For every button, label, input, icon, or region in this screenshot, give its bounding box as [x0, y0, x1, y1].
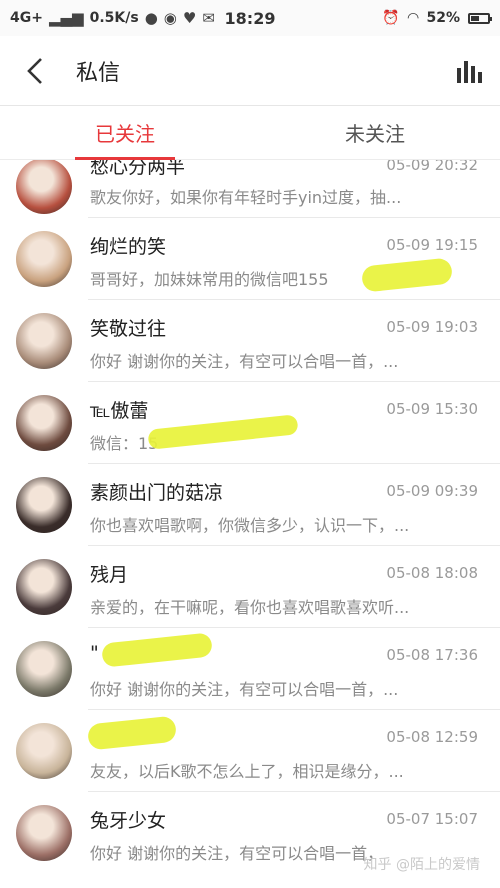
sender-name: ℡傲蕾: [90, 400, 149, 422]
list-item[interactable]: " 05-08 17:36 你好 谢谢你的关注，有空可以合唱一首，...: [0, 628, 500, 710]
stats-button[interactable]: [440, 36, 500, 106]
tab-followed[interactable]: 已关注: [0, 106, 250, 160]
message-time: 05-08 17:36: [386, 646, 478, 664]
list-item[interactable]: ℡傲蕾 05-09 15:30 微信：15: [0, 382, 500, 464]
page-title: 私信: [76, 60, 121, 86]
tab-unfollowed[interactable]: 未关注: [250, 106, 500, 159]
message-preview: 友友，以后K歌不怎么上了，相识是缘分，...: [90, 762, 404, 781]
clock: 18:29: [224, 8, 276, 28]
wifi-icon: ◠: [407, 10, 419, 26]
redaction-mark: [86, 715, 178, 751]
message-preview: 你好 谢谢你的关注，有空可以合唱一首，...: [90, 352, 399, 371]
sender-name: ": [90, 642, 99, 664]
list-item[interactable]: 05-08 12:59 友友，以后K歌不怎么上了，相识是缘分，...: [0, 710, 500, 792]
avatar: [16, 641, 72, 697]
sender-name: 绚烂的笑: [90, 236, 167, 258]
redaction-mark: [360, 257, 454, 293]
redaction-mark: [101, 632, 213, 668]
avatar: [16, 559, 72, 615]
message-time: 05-07 15:07: [386, 810, 478, 828]
avatar: [16, 395, 72, 451]
message-preview: 你好 谢谢你的关注，有空可以合唱一首，...: [90, 680, 399, 699]
message-time: 05-09 19:15: [386, 236, 478, 254]
sender-name: 愁心分两半: [90, 160, 186, 178]
message-list: 愁心分两半 05-09 20:32 歌友你好，如果你有年轻时手yin过度，抽..…: [0, 160, 500, 888]
avatar: [16, 805, 72, 861]
bar-chart-icon: [457, 60, 482, 83]
sender-name: 笑敬过往: [90, 318, 167, 340]
watermark: 知乎 @陌上的爱情: [363, 857, 480, 873]
battery-percent: 52%: [426, 10, 460, 26]
avatar: [16, 313, 72, 369]
list-item[interactable]: 绚烂的笑 05-09 19:15 哥哥好，加妹妹常用的微信吧155: [0, 218, 500, 300]
network-label: 4G+: [10, 10, 43, 26]
message-time: 05-09 19:03: [386, 318, 478, 336]
tab-bar: 已关注 未关注: [0, 106, 500, 160]
message-preview: 你也喜欢唱歌啊，你微信多少，认识一下，...: [90, 516, 410, 535]
list-item[interactable]: 笑敬过往 05-09 19:03 你好 谢谢你的关注，有空可以合唱一首，...: [0, 300, 500, 382]
message-time: 05-08 18:08: [386, 564, 478, 582]
list-item[interactable]: 素颜出门的菇凉 05-09 09:39 你也喜欢唱歌啊，你微信多少，认识一下，.…: [0, 464, 500, 546]
avatar: [16, 160, 72, 214]
message-preview: 亲爱的，在干嘛呢，看你也喜欢唱歌喜欢听...: [90, 598, 410, 617]
shield-icon: ♥: [182, 9, 197, 27]
avatar: [16, 231, 72, 287]
sender-name: 兔牙少女: [90, 810, 167, 832]
sender-name: 素颜出门的菇凉: [90, 482, 224, 504]
app-header: 私信: [0, 36, 500, 106]
list-item[interactable]: 残月 05-08 18:08 亲爱的，在干嘛呢，看你也喜欢唱歌喜欢听...: [0, 546, 500, 628]
back-button[interactable]: [0, 36, 70, 106]
message-time: 05-08 12:59: [386, 728, 478, 746]
message-preview: 哥哥好，加妹妹常用的微信吧155: [90, 270, 329, 289]
list-item[interactable]: 愁心分两半 05-09 20:32 歌友你好，如果你有年轻时手yin过度，抽..…: [0, 160, 500, 218]
avatar: [16, 477, 72, 533]
status-right: ⏰ ◠ 52%: [290, 10, 492, 26]
message-preview: 歌友你好，如果你有年轻时手yin过度，抽...: [90, 188, 402, 207]
status-bar: 4G+ ▂▄▆ 0.5K/s ● ◉ ♥ ✉ 18:29 ⏰ ◠ 52%: [0, 0, 500, 36]
net-speed: 0.5K/s: [89, 10, 139, 26]
sender-name: 残月: [90, 564, 129, 586]
message-time: 05-09 09:39: [386, 482, 478, 500]
wechat-icon: ●: [144, 9, 158, 27]
alarm-icon: ⏰: [382, 10, 400, 26]
message-time: 05-09 20:32: [386, 160, 478, 174]
chevron-left-icon: [27, 57, 42, 84]
message-preview: 你好 谢谢你的关注，有空可以合唱一首，: [90, 844, 384, 863]
signal-icon: ▂▄▆: [48, 9, 84, 27]
avatar: [16, 723, 72, 779]
chat-icon: ◉: [163, 9, 177, 27]
status-left: 4G+ ▂▄▆ 0.5K/s ● ◉ ♥ ✉: [10, 9, 215, 27]
message-time: 05-09 15:30: [386, 400, 478, 418]
redaction-mark: [147, 414, 299, 450]
battery-icon: [468, 12, 492, 24]
